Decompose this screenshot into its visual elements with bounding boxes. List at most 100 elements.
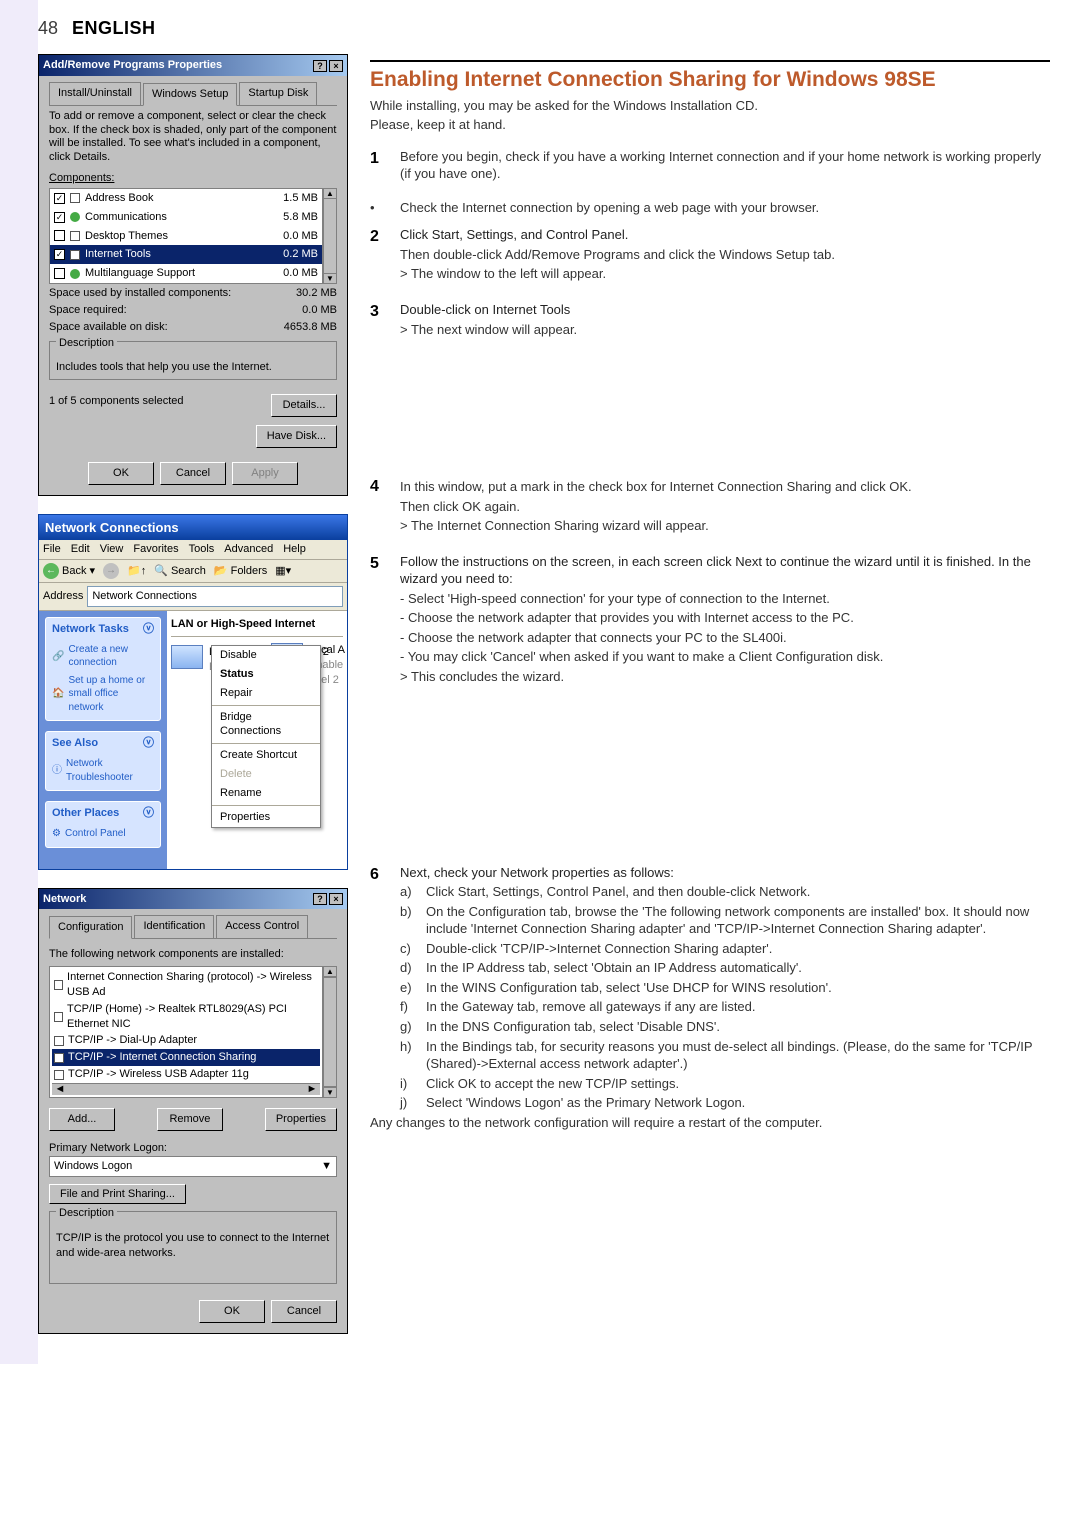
task-setup-network[interactable]: 🏠Set up a home or small office network	[52, 672, 154, 717]
add-button[interactable]: Add...	[49, 1108, 115, 1131]
component-row-selected[interactable]: Internet Tools 0.2 MB	[50, 245, 322, 264]
cancel-button[interactable]: Cancel	[271, 1300, 337, 1323]
ok-button[interactable]: OK	[199, 1300, 265, 1323]
menubar[interactable]: File Edit View Favorites Tools Advanced …	[39, 540, 347, 560]
component-row[interactable]: Multilanguage Support 0.0 MB	[50, 264, 322, 283]
language-label: ENGLISH	[72, 16, 156, 40]
tab-install[interactable]: Install/Uninstall	[49, 82, 141, 105]
net-item[interactable]: TCP/IP -> Wireless USB Adapter 11g	[52, 1066, 320, 1083]
other-places-panel: Other Placesⓥ ⚙Control Panel	[45, 801, 161, 847]
menu-advanced[interactable]: Advanced	[224, 542, 273, 557]
chevron-down-icon[interactable]: ▼	[321, 1159, 332, 1174]
ctx-shortcut[interactable]: Create Shortcut	[212, 746, 320, 765]
component-row[interactable]: Desktop Themes 0.0 MB	[50, 227, 322, 246]
step-sub: - Select 'High-speed connection' for you…	[400, 590, 1050, 608]
remove-button[interactable]: Remove	[157, 1108, 223, 1131]
context-menu[interactable]: Disable Status Repair Bridge Connections…	[211, 645, 321, 828]
menu-favorites[interactable]: Favorites	[133, 542, 178, 557]
cancel-button[interactable]: Cancel	[160, 462, 226, 485]
forward-button: →	[103, 563, 119, 579]
net-item-selected[interactable]: TCP/IP -> Internet Connection Sharing	[52, 1049, 320, 1066]
ctx-bridge[interactable]: Bridge Connections	[212, 708, 320, 742]
bullet-text: Check the Internet connection by opening…	[400, 199, 819, 217]
ok-button[interactable]: OK	[88, 462, 154, 485]
up-icon[interactable]: 📁↑	[127, 564, 146, 579]
netconn-title: Network Connections	[45, 520, 179, 535]
h-scrollbar[interactable]: ◄►	[52, 1083, 320, 1095]
search-button[interactable]: 🔍 Search	[154, 564, 206, 579]
details-button[interactable]: Details...	[271, 394, 337, 417]
properties-button[interactable]: Properties	[265, 1108, 337, 1131]
network-title: Network	[43, 892, 86, 907]
menu-edit[interactable]: Edit	[71, 542, 90, 557]
net-item[interactable]: Internet Connection Sharing (protocol) -…	[52, 969, 320, 1001]
net-item[interactable]: TCP/IP (Home) -> Realtek RTL8029(AS) PCI…	[52, 1001, 320, 1033]
back-button[interactable]: ←Back ▾	[43, 563, 95, 579]
network-troubleshooter[interactable]: ⓘNetwork Troubleshooter	[52, 755, 154, 786]
desc-legend: Description	[56, 336, 117, 351]
views-icon[interactable]: ▦▾	[275, 564, 291, 579]
tab-access-control[interactable]: Access Control	[216, 915, 308, 938]
checkbox-icon[interactable]	[54, 249, 65, 260]
sub-text: Click Start, Settings, Control Panel, an…	[426, 883, 810, 901]
tab-configuration[interactable]: Configuration	[49, 916, 132, 939]
address-field[interactable]: Network Connections	[87, 586, 343, 607]
article-title: Enabling Internet Connection Sharing for…	[370, 66, 1050, 94]
avail-value: 4653.8 MB	[284, 320, 337, 335]
collapse-icon[interactable]: ⓥ	[143, 622, 154, 637]
havedisk-button[interactable]: Have Disk...	[256, 425, 337, 448]
sub-letter: i)	[400, 1075, 418, 1093]
tab-startup-disk[interactable]: Startup Disk	[239, 82, 317, 105]
file-print-sharing-button[interactable]: File and Print Sharing...	[49, 1184, 186, 1204]
checkbox-icon[interactable]	[54, 230, 65, 241]
primary-logon-select[interactable]: Windows Logon▼	[49, 1156, 337, 1177]
close-icon[interactable]: ×	[329, 893, 343, 905]
ctx-properties[interactable]: Properties	[212, 808, 320, 827]
folders-button[interactable]: 📂 Folders	[214, 564, 267, 579]
checkbox-icon[interactable]	[54, 268, 65, 279]
scrollbar[interactable]: ▲▼	[323, 188, 337, 284]
step-sub: - Choose the network adapter that provid…	[400, 609, 1050, 627]
desc-text: Includes tools that help you use the Int…	[56, 360, 330, 375]
desc-legend: Description	[56, 1206, 117, 1221]
close-icon[interactable]: ×	[329, 60, 343, 72]
net-list-label: The following network components are ins…	[49, 947, 337, 962]
collapse-icon[interactable]: ⓥ	[143, 736, 154, 751]
protocol-icon	[54, 1012, 63, 1022]
step-sub: - Choose the network adapter that connec…	[400, 629, 1050, 647]
component-row[interactable]: Address Book 1.5 MB	[50, 189, 322, 208]
theme-icon	[70, 231, 80, 241]
sub-text: In the IP Address tab, select 'Obtain an…	[426, 959, 802, 977]
book-icon	[70, 193, 80, 203]
protocol-icon	[54, 1070, 64, 1080]
collapse-icon[interactable]: ⓥ	[143, 806, 154, 821]
apply-button: Apply	[232, 462, 298, 485]
component-name: Desktop Themes	[85, 229, 168, 244]
task-create-connection[interactable]: 🔗Create a new connection	[52, 641, 154, 672]
page-number: 48	[38, 16, 58, 40]
step-sub: - You may click 'Cancel' when asked if y…	[400, 648, 1050, 666]
menu-view[interactable]: View	[100, 542, 124, 557]
description-box: Description Includes tools that help you…	[49, 341, 337, 381]
sub-letter: b)	[400, 903, 418, 938]
help-icon[interactable]: ?	[313, 60, 327, 72]
tab-windows-setup[interactable]: Windows Setup	[143, 83, 237, 106]
component-row[interactable]: Communications 5.8 MB	[50, 208, 322, 227]
see-also-panel: See Alsoⓥ ⓘNetwork Troubleshooter	[45, 731, 161, 791]
component-name: Internet Tools	[85, 247, 151, 262]
tab-identification[interactable]: Identification	[134, 915, 214, 938]
ctx-repair[interactable]: Repair	[212, 684, 320, 703]
help-icon[interactable]: ?	[313, 893, 327, 905]
ctx-status[interactable]: Status	[212, 665, 320, 684]
checkbox-icon[interactable]	[54, 193, 65, 204]
net-item[interactable]: TCP/IP -> Dial-Up Adapter	[52, 1032, 320, 1049]
control-panel-link[interactable]: ⚙Control Panel	[52, 825, 154, 843]
scrollbar[interactable]: ▲▼	[323, 966, 337, 1098]
ctx-rename[interactable]: Rename	[212, 784, 320, 803]
selected-count: 1 of 5 components selected	[49, 394, 184, 417]
menu-tools[interactable]: Tools	[189, 542, 215, 557]
ctx-disable[interactable]: Disable	[212, 646, 320, 665]
menu-file[interactable]: File	[43, 542, 61, 557]
checkbox-icon[interactable]	[54, 212, 65, 223]
menu-help[interactable]: Help	[283, 542, 306, 557]
